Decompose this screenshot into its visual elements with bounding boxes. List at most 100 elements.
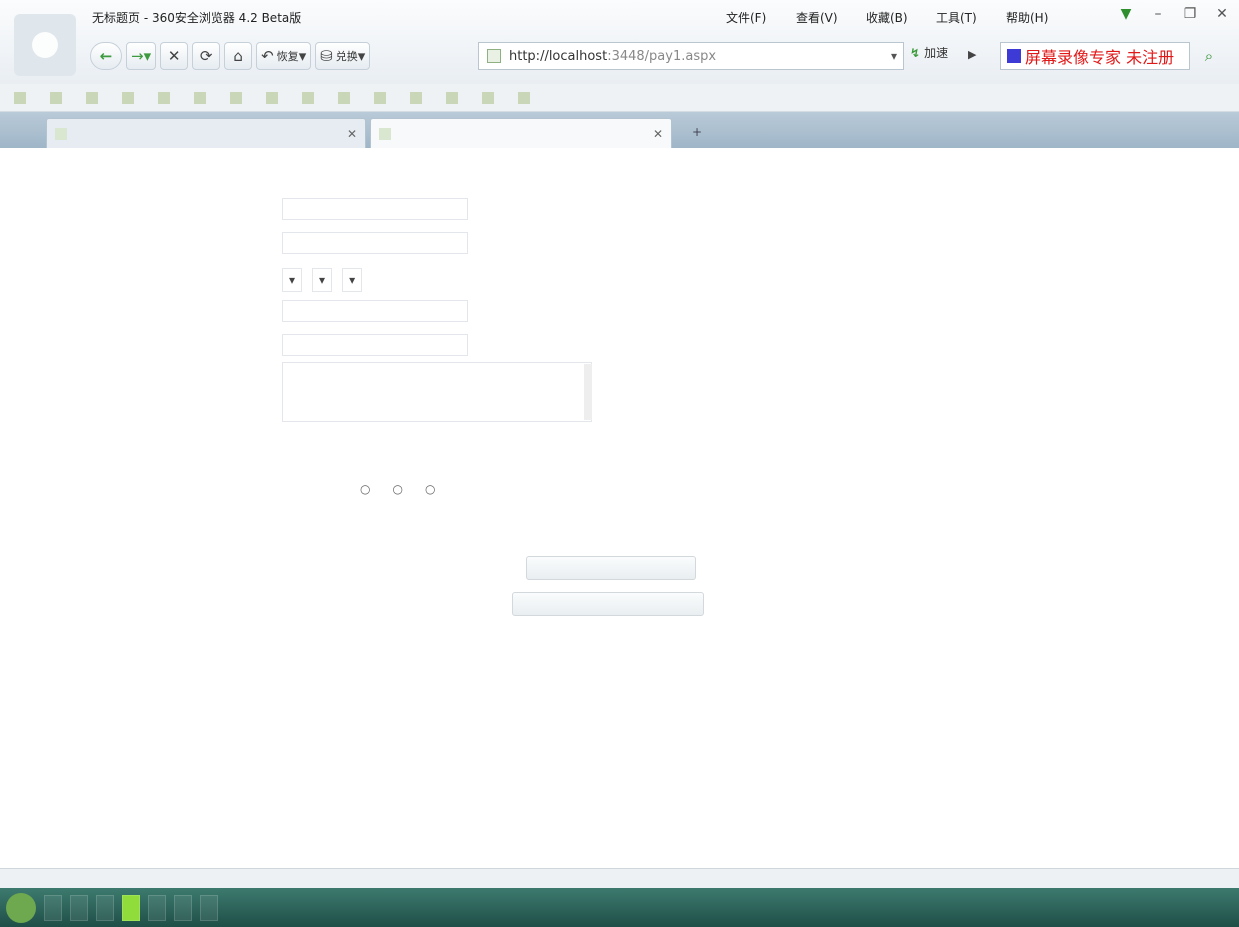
- stop-icon: ✕: [167, 47, 181, 65]
- taskbar-item-1[interactable]: [44, 894, 62, 921]
- tab-close-icon[interactable]: ✕: [653, 127, 663, 141]
- forward-button[interactable]: → ▾: [126, 42, 157, 70]
- form-input-2[interactable]: [282, 232, 468, 254]
- payment-options: [360, 482, 435, 496]
- select-2[interactable]: ▾: [312, 268, 333, 292]
- menu-bar: 文件(F) 查看(V) 收藏(B) 工具(T) 帮助(H): [726, 9, 1076, 26]
- favorite-icon: [14, 91, 26, 104]
- menu-help[interactable]: 帮助(H): [1006, 9, 1076, 26]
- play-icon[interactable]: ▶: [968, 48, 976, 61]
- favorite-icon: [86, 91, 98, 104]
- undo-close-button[interactable]: ↶ 恢复 ▾: [256, 42, 312, 70]
- select-3[interactable]: ▾: [342, 268, 363, 292]
- favorite-item[interactable]: [86, 91, 102, 104]
- menu-file[interactable]: 文件(F): [726, 9, 796, 26]
- tab-favicon-icon: [55, 127, 67, 140]
- favorite-icon: [374, 91, 386, 104]
- form-input-4[interactable]: [282, 300, 468, 322]
- favorite-item[interactable]: [410, 91, 426, 104]
- form-input-1[interactable]: [282, 198, 468, 220]
- lightning-icon: ↯: [910, 45, 921, 60]
- favorite-icon: [518, 91, 530, 104]
- favorite-item[interactable]: [338, 91, 354, 104]
- favorite-item[interactable]: [446, 91, 462, 104]
- favorite-icon: [230, 91, 242, 104]
- address-selects: ▾ ▾ ▾: [282, 268, 363, 292]
- favorite-item[interactable]: [374, 91, 390, 104]
- start-button[interactable]: [6, 892, 36, 923]
- favorite-item[interactable]: [266, 91, 282, 104]
- favorite-item[interactable]: [518, 91, 534, 104]
- back-arrow-icon: ←: [99, 47, 113, 65]
- form-input-5[interactable]: [282, 334, 468, 356]
- browser-chrome: 无标题页 - 360安全浏览器 4.2 Beta版 文件(F) 查看(V) 收藏…: [0, 0, 1239, 85]
- tools-button[interactable]: ⛁ 兑换 ▾: [315, 42, 371, 70]
- forward-arrow-icon: →: [131, 47, 144, 65]
- favorite-icon: [158, 91, 170, 104]
- undo-icon: ↶: [261, 47, 274, 65]
- new-tab-button[interactable]: +: [692, 125, 702, 139]
- taskbar-item-7[interactable]: [200, 894, 218, 921]
- url-path: :3448/pay1.aspx: [607, 48, 717, 64]
- window-title: 无标题页 - 360安全浏览器 4.2 Beta版: [92, 11, 302, 25]
- restore-button[interactable]: ❐: [1181, 6, 1199, 22]
- tab-close-icon[interactable]: ✕: [347, 127, 357, 141]
- stop-button[interactable]: ✕: [160, 42, 189, 70]
- recorder-watermark: 屏幕录像专家 未注册: [1025, 48, 1175, 67]
- taskbar-item-6[interactable]: [174, 894, 192, 921]
- favorite-icon: [266, 91, 278, 104]
- select-1[interactable]: ▾: [282, 268, 303, 292]
- favorite-icon: [194, 91, 206, 104]
- favorite-item[interactable]: [230, 91, 246, 104]
- tab-1[interactable]: ✕: [46, 118, 366, 148]
- address-bar[interactable]: http://localhost:3448/pay1.aspx ▾: [478, 42, 904, 70]
- remarks-textarea[interactable]: [282, 362, 592, 422]
- home-button[interactable]: ⌂: [224, 42, 253, 70]
- favorite-icon: [446, 91, 458, 104]
- search-box[interactable]: 屏幕录像专家 未注册: [1000, 42, 1190, 70]
- page-favicon-icon: [487, 49, 501, 63]
- refresh-button[interactable]: ⟳: [192, 42, 221, 70]
- menu-tools[interactable]: 工具(T): [936, 9, 1006, 26]
- favorite-icon: [122, 91, 134, 104]
- search-engine-icon: [1007, 49, 1021, 63]
- favorite-item[interactable]: [14, 91, 30, 104]
- minimize-button[interactable]: –: [1149, 6, 1167, 22]
- payment-radio-2[interactable]: [392, 482, 402, 496]
- close-button[interactable]: ✕: [1213, 6, 1231, 22]
- payment-radio-3[interactable]: [425, 482, 435, 496]
- confirm-button[interactable]: [526, 556, 696, 580]
- browser-logo: [14, 14, 76, 76]
- textarea-scrollbar[interactable]: [584, 364, 592, 420]
- favorite-item[interactable]: [194, 91, 210, 104]
- search-icon[interactable]: ⌕: [1196, 44, 1222, 68]
- taskbar-item-5[interactable]: [148, 894, 166, 921]
- tab-2-active[interactable]: ✕: [370, 118, 672, 148]
- menu-view[interactable]: 查看(V): [796, 9, 866, 26]
- favorite-item[interactable]: [158, 91, 174, 104]
- menu-favorites[interactable]: 收藏(B): [866, 9, 936, 26]
- favorite-item[interactable]: [50, 91, 66, 104]
- taskbar: [0, 888, 1239, 927]
- window-controls: ▼ – ❐ ✕: [1117, 6, 1231, 22]
- favorite-item[interactable]: [122, 91, 138, 104]
- taskbar-item-2[interactable]: [70, 894, 88, 921]
- tab-favicon-icon: [379, 127, 391, 140]
- favorite-icon: [338, 91, 350, 104]
- undo-label: 恢复: [276, 50, 299, 63]
- status-bar: [0, 868, 1239, 889]
- favorite-item[interactable]: [302, 91, 318, 104]
- download-icon[interactable]: ▼: [1117, 6, 1135, 22]
- back-button[interactable]: ←: [90, 42, 122, 70]
- payment-radio-1[interactable]: [360, 482, 370, 496]
- refresh-icon: ⟳: [199, 47, 213, 65]
- submit-button[interactable]: [512, 592, 704, 616]
- favorite-icon: [302, 91, 314, 104]
- accelerate-button[interactable]: ↯ 加速: [910, 44, 948, 61]
- home-icon: ⌂: [233, 47, 243, 65]
- favorite-item[interactable]: [482, 91, 498, 104]
- address-dropdown-icon[interactable]: ▾: [891, 49, 897, 63]
- taskbar-item-3[interactable]: [96, 894, 114, 921]
- page-content: ▾ ▾ ▾: [0, 148, 1239, 868]
- taskbar-item-active[interactable]: [122, 894, 140, 921]
